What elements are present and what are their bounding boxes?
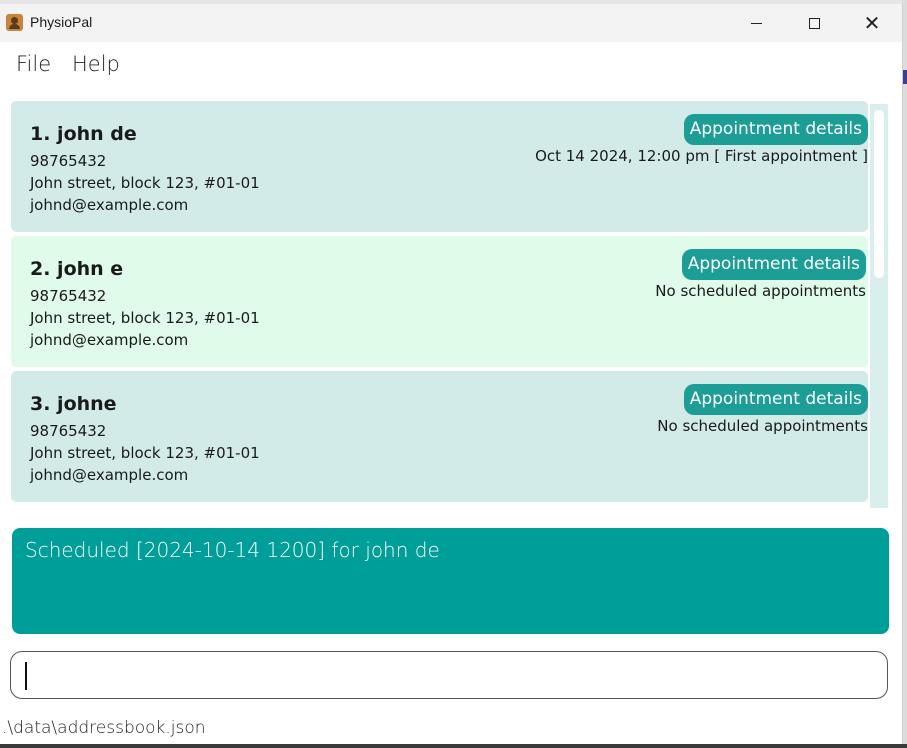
patient-address: John street, block 123, #01-01 xyxy=(30,309,260,327)
appointment-details-button[interactable]: Appointment details xyxy=(683,384,868,415)
app-window: PhysioPal ✕ File Help 1. john de 9876543… xyxy=(0,4,903,746)
patient-card[interactable]: 1. john de 98765432 John street, block 1… xyxy=(11,101,868,232)
patient-name: 1. john de xyxy=(30,123,137,145)
maximize-button[interactable] xyxy=(785,4,843,42)
patient-address: John street, block 123, #01-01 xyxy=(30,444,260,462)
appointment-info: Oct 14 2024, 12:00 pm [ First appointmen… xyxy=(535,147,868,165)
list-scrollbar-thumb[interactable] xyxy=(874,110,884,278)
patient-email: johnd@example.com xyxy=(30,196,189,214)
minimize-button[interactable] xyxy=(727,4,785,42)
appointment-info: No scheduled appointments xyxy=(657,417,868,435)
patient-phone: 98765432 xyxy=(30,422,107,440)
title-bar: PhysioPal ✕ xyxy=(0,4,902,42)
window-title: PhysioPal xyxy=(30,14,93,30)
patient-phone: 98765432 xyxy=(30,287,107,305)
text-cursor xyxy=(25,662,27,690)
patient-email: johnd@example.com xyxy=(30,331,189,349)
command-input[interactable] xyxy=(10,651,888,699)
patient-name: 3. johne xyxy=(30,393,117,415)
patient-phone: 98765432 xyxy=(30,152,107,170)
patient-address: John street, block 123, #01-01 xyxy=(30,174,260,192)
save-file-path: .\data\addressbook.json xyxy=(2,718,206,738)
minimize-icon xyxy=(750,22,762,24)
appointment-details-button[interactable]: Appointment details xyxy=(681,249,866,280)
patient-email: johnd@example.com xyxy=(30,466,189,484)
result-display: Scheduled [2024-10-14 1200] for john de xyxy=(12,528,889,634)
status-bar: .\data\addressbook.json xyxy=(0,716,902,746)
patient-name: 2. john e xyxy=(30,258,124,280)
close-button[interactable]: ✕ xyxy=(843,4,901,42)
background-accent xyxy=(903,70,907,84)
patient-list[interactable]: 1. john de 98765432 John street, block 1… xyxy=(10,100,890,508)
patient-card[interactable]: 2. john e 98765432 John street, block 12… xyxy=(11,236,868,367)
app-logo-icon xyxy=(6,14,23,31)
appointment-details-button[interactable]: Appointment details xyxy=(683,114,868,145)
maximize-icon xyxy=(808,17,820,29)
menu-help[interactable]: Help xyxy=(72,52,120,76)
patient-card[interactable]: 3. johne 98765432 John street, block 123… xyxy=(11,371,868,502)
menu-bar: File Help xyxy=(0,44,902,84)
close-icon: ✕ xyxy=(863,11,881,35)
appointment-info: No scheduled appointments xyxy=(655,282,866,300)
menu-file[interactable]: File xyxy=(16,52,51,76)
background-taskbar-bottom xyxy=(0,744,907,748)
result-message: Scheduled [2024-10-14 1200] for john de xyxy=(25,538,440,562)
